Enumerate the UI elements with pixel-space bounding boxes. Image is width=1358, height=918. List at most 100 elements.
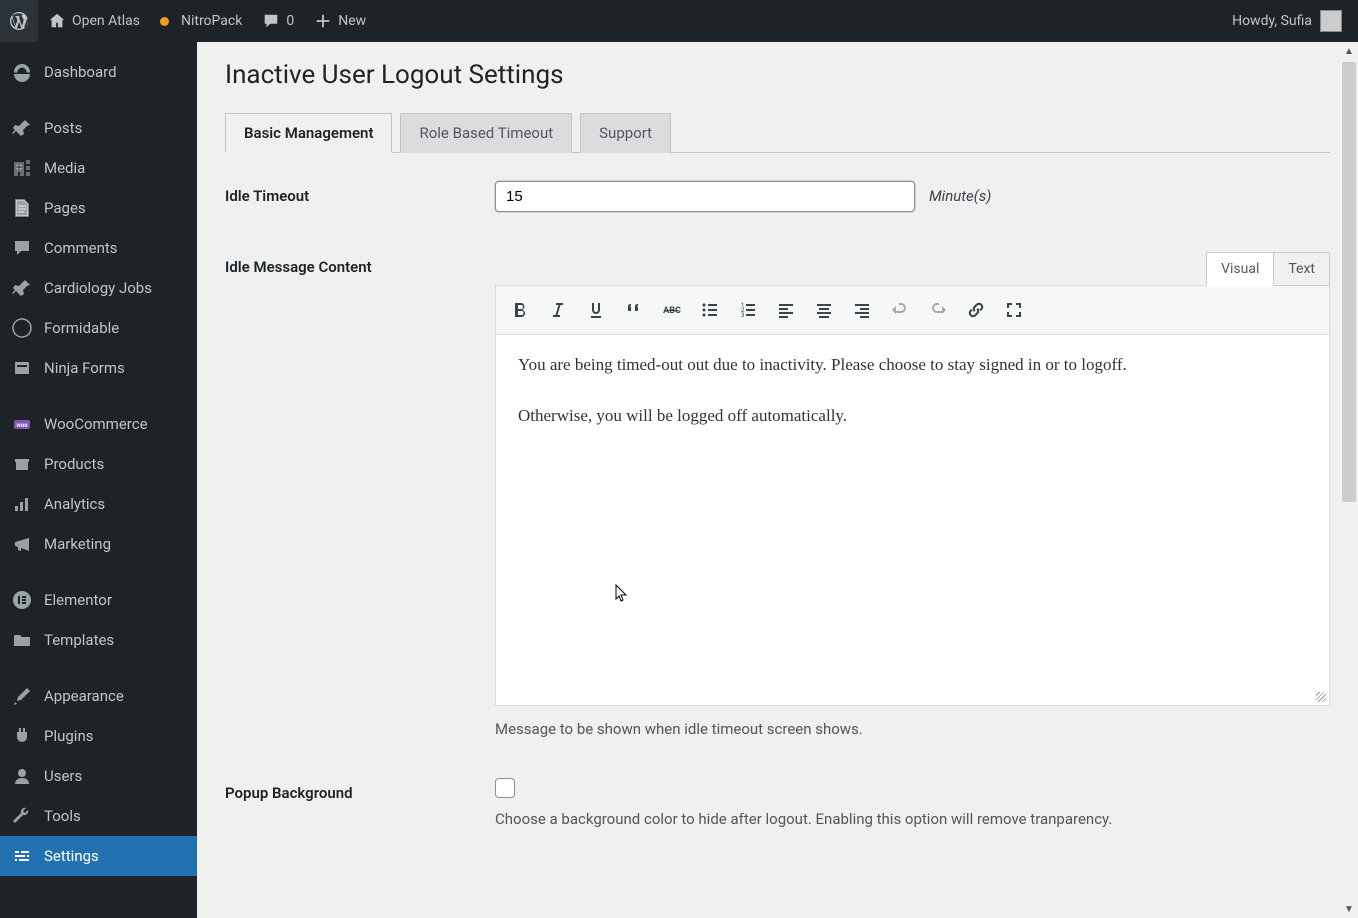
sidebar-item-ninja-forms[interactable]: Ninja Forms <box>0 348 197 388</box>
sidebar-item-label: Appearance <box>44 687 124 705</box>
formidable-icon <box>12 318 32 338</box>
sidebar-item-dashboard[interactable]: Dashboard <box>0 52 197 92</box>
editor-content[interactable]: You are being timed-out out due to inact… <box>496 335 1329 705</box>
new-item[interactable]: New <box>304 0 376 42</box>
popup-bg-label: Popup Background <box>225 778 495 802</box>
editor-toolbar: ABC 123 <box>496 286 1329 335</box>
comment-icon <box>12 238 32 258</box>
status-dot-icon <box>160 17 169 26</box>
sidebar-item-label: Plugins <box>44 727 93 745</box>
nitropack-label: NitroPack <box>181 13 242 29</box>
settings-tabs: Basic Management Role Based Timeout Supp… <box>225 112 1330 153</box>
sidebar-item-analytics[interactable]: Analytics <box>0 484 197 524</box>
pin-icon <box>12 118 32 138</box>
align-center-button[interactable] <box>806 290 842 330</box>
sidebar-item-label: Analytics <box>44 495 105 513</box>
idle-message-label: Idle Message Content <box>225 252 495 276</box>
link-button[interactable] <box>958 290 994 330</box>
sidebar-item-label: Cardiology Jobs <box>44 279 152 297</box>
admin-toolbar: Open Atlas NitroPack 0 New Howdy, Sufia <box>0 0 1358 42</box>
sidebar-item-label: Tools <box>44 807 81 825</box>
sidebar-item-label: Elementor <box>44 591 112 609</box>
redo-button[interactable] <box>920 290 956 330</box>
sidebar-item-tools[interactable]: Tools <box>0 796 197 836</box>
editor-tab-visual[interactable]: Visual <box>1206 252 1274 286</box>
pin-icon <box>12 278 32 298</box>
scroll-up-button[interactable]: ▲ <box>1340 42 1358 60</box>
sidebar-item-label: Settings <box>44 847 99 865</box>
megaphone-icon <box>12 534 32 554</box>
idle-timeout-suffix: Minute(s) <box>929 187 991 205</box>
bold-button[interactable] <box>502 290 538 330</box>
strikethrough-button[interactable]: ABC <box>654 290 690 330</box>
sidebar-item-comments[interactable]: Comments <box>0 228 197 268</box>
dashboard-icon <box>12 62 32 82</box>
sidebar-item-cardiology-jobs[interactable]: Cardiology Jobs <box>0 268 197 308</box>
sidebar-item-media[interactable]: Media <box>0 148 197 188</box>
sidebar-item-elementor[interactable]: Elementor <box>0 580 197 620</box>
greeting-text: Howdy, Sufia <box>1232 13 1312 29</box>
vertical-scrollbar[interactable]: ▲ ▼ <box>1340 42 1358 918</box>
align-left-button[interactable] <box>768 290 804 330</box>
sidebar-item-label: Products <box>44 455 104 473</box>
sidebar-item-users[interactable]: Users <box>0 756 197 796</box>
wp-logo[interactable] <box>0 0 38 42</box>
idle-timeout-label: Idle Timeout <box>225 181 495 205</box>
scroll-thumb[interactable] <box>1342 62 1356 502</box>
sidebar-item-settings[interactable]: Settings <box>0 836 197 876</box>
editor-paragraph: Otherwise, you will be logged off automa… <box>518 402 1307 431</box>
new-label: New <box>338 13 366 29</box>
tab-support[interactable]: Support <box>580 113 671 153</box>
sidebar-item-label: Media <box>44 159 85 177</box>
sidebar-item-label: Marketing <box>44 535 111 553</box>
sidebar-item-label: Posts <box>44 119 82 137</box>
sidebar-item-label: Users <box>44 767 82 785</box>
fullscreen-button[interactable] <box>996 290 1032 330</box>
tab-role-based-timeout[interactable]: Role Based Timeout <box>400 113 572 153</box>
sidebar-item-pages[interactable]: Pages <box>0 188 197 228</box>
popup-bg-help: Choose a background color to hide after … <box>495 810 1330 828</box>
account-area[interactable]: Howdy, Sufia <box>1232 10 1348 32</box>
underline-button[interactable] <box>578 290 614 330</box>
comments-count: 0 <box>286 13 294 29</box>
sidebar-item-woocommerce[interactable]: woo WooCommerce <box>0 404 197 444</box>
box-icon <box>12 454 32 474</box>
sidebar-item-formidable[interactable]: Formidable <box>0 308 197 348</box>
sidebar-item-label: Templates <box>44 631 114 649</box>
rich-editor: ABC 123 You are being time <box>495 285 1330 706</box>
sidebar-item-label: WooCommerce <box>44 415 148 433</box>
comments-item[interactable]: 0 <box>252 0 304 42</box>
align-right-button[interactable] <box>844 290 880 330</box>
media-icon <box>12 158 32 178</box>
popup-bg-checkbox[interactable] <box>495 778 515 798</box>
resize-grip-icon[interactable] <box>1313 689 1327 703</box>
sidebar-item-plugins[interactable]: Plugins <box>0 716 197 756</box>
undo-button[interactable] <box>882 290 918 330</box>
site-name: Open Atlas <box>72 13 140 29</box>
ninja-icon <box>12 358 32 378</box>
sidebar-item-marketing[interactable]: Marketing <box>0 524 197 564</box>
tab-basic-management[interactable]: Basic Management <box>225 113 392 153</box>
elementor-icon <box>12 590 32 610</box>
editor-tab-text[interactable]: Text <box>1274 252 1330 286</box>
sidebar-item-templates[interactable]: Templates <box>0 620 197 660</box>
admin-sidebar: Dashboard Posts Media Pages Comments C <box>0 42 197 918</box>
wordpress-icon <box>10 12 28 30</box>
idle-message-help: Message to be shown when idle timeout sc… <box>495 720 1330 738</box>
scroll-down-button[interactable]: ▼ <box>1340 900 1358 918</box>
numbered-list-button[interactable]: 123 <box>730 290 766 330</box>
sidebar-item-label: Pages <box>44 199 86 217</box>
italic-button[interactable] <box>540 290 576 330</box>
sidebar-item-posts[interactable]: Posts <box>0 108 197 148</box>
pages-icon <box>12 198 32 218</box>
svg-text:woo: woo <box>16 422 28 429</box>
nitropack-item[interactable]: NitroPack <box>150 0 252 42</box>
sidebar-item-products[interactable]: Products <box>0 444 197 484</box>
site-home[interactable]: Open Atlas <box>38 0 150 42</box>
blockquote-button[interactable] <box>616 290 652 330</box>
sidebar-item-appearance[interactable]: Appearance <box>0 676 197 716</box>
bullet-list-button[interactable] <box>692 290 728 330</box>
idle-timeout-input[interactable] <box>495 181 915 212</box>
brush-icon <box>12 686 32 706</box>
main-content: Inactive User Logout Settings Basic Mana… <box>197 42 1358 918</box>
